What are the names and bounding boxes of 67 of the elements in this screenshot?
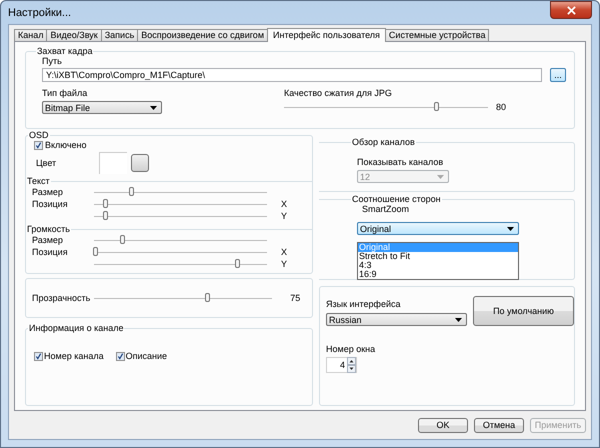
color-picker-button[interactable]: [131, 154, 149, 172]
window-title: Настройки...: [8, 6, 72, 18]
tab[interactable]: Канал: [14, 29, 48, 41]
checkbox[interactable]: [34, 352, 43, 360]
dropdown-option[interactable]: 4:3: [358, 261, 518, 270]
slider-value: 75: [290, 293, 300, 303]
window-number-spinner[interactable]: 4: [326, 357, 357, 373]
field-label: Язык интерфейса: [326, 299, 402, 309]
slider-label: Позиция: [32, 247, 68, 257]
slider-thumb[interactable]: [434, 102, 439, 111]
file-type-dropdown[interactable]: Bitmap File: [42, 101, 162, 114]
dropdown-option[interactable]: Stretch to Fit: [358, 252, 518, 261]
group-title: Текст: [26, 176, 51, 186]
group-title: Громкость: [26, 224, 71, 234]
group-title: OSD: [28, 130, 50, 140]
slider-thumb[interactable]: [205, 293, 210, 302]
slider-label: Прозрачность: [32, 293, 90, 303]
checkbox[interactable]: [34, 140, 43, 150]
slider-label: Размер: [32, 187, 63, 197]
slider-thumb[interactable]: [92, 247, 98, 256]
slider-label: Позиция: [32, 199, 68, 209]
field-label: Цвет: [35, 158, 58, 168]
field-label: Путь: [42, 56, 63, 66]
group-title: Соотношение сторон: [351, 194, 442, 204]
checkbox-label: Включено: [45, 140, 87, 150]
language-dropdown[interactable]: Russian: [326, 313, 467, 326]
caret-icon: [455, 318, 462, 322]
dialog-button[interactable]: Отмена: [474, 418, 524, 432]
axis-label: X: [281, 199, 288, 209]
field-label: Показывать каналов: [357, 157, 444, 167]
browse-button[interactable]: ...: [550, 68, 566, 82]
spin-arrows-icon: [347, 357, 356, 373]
path-field[interactable]: Y:\iXBT\Compro\Compro_M1F\Capture\: [42, 68, 542, 82]
field-label: SmartZoom: [362, 204, 410, 214]
slider-thumb[interactable]: [103, 199, 108, 208]
dialog-button[interactable]: OK: [418, 418, 468, 432]
slider-label: Размер: [32, 235, 63, 245]
tab[interactable]: Системные устройства: [384, 29, 490, 41]
checkbox[interactable]: [116, 352, 125, 360]
caret-icon: [437, 174, 444, 178]
field-label: Номер окна: [326, 344, 376, 354]
axis-label: Y: [281, 259, 288, 269]
tab[interactable]: Интерфейс пользователя: [267, 28, 386, 42]
slider-thumb[interactable]: [129, 187, 134, 196]
close-icon: [566, 6, 576, 14]
slider-thumb[interactable]: [234, 259, 240, 268]
slider-thumb[interactable]: [120, 235, 126, 244]
slider-thumb[interactable]: [103, 211, 108, 220]
slider-label: Качество сжатия для JPG: [284, 88, 393, 98]
zoom-dropdown[interactable]: Original: [357, 222, 519, 235]
close-button[interactable]: [550, 1, 592, 19]
axis-label: Y: [281, 211, 288, 221]
axis-label: X: [281, 247, 288, 257]
dropdown-option[interactable]: 16:9: [358, 270, 518, 279]
tab[interactable]: Запись: [100, 29, 138, 41]
slider-value: 80: [496, 102, 506, 112]
group-title: Информация о канале: [28, 323, 124, 333]
group-title: Захват кадра: [36, 46, 94, 56]
tab[interactable]: Воспроизведение со сдвигом: [137, 29, 268, 41]
checkbox-label: Номер канала: [44, 351, 104, 361]
default-button[interactable]: По умолчанию: [473, 296, 574, 326]
field-label: Тип файла: [42, 88, 88, 98]
group-title: Обзор каналов: [351, 137, 416, 147]
checkbox-label: Описание: [126, 351, 167, 361]
caret-icon: [507, 226, 514, 230]
caret-icon: [150, 106, 157, 110]
tab[interactable]: Видео/Звук: [46, 29, 102, 41]
